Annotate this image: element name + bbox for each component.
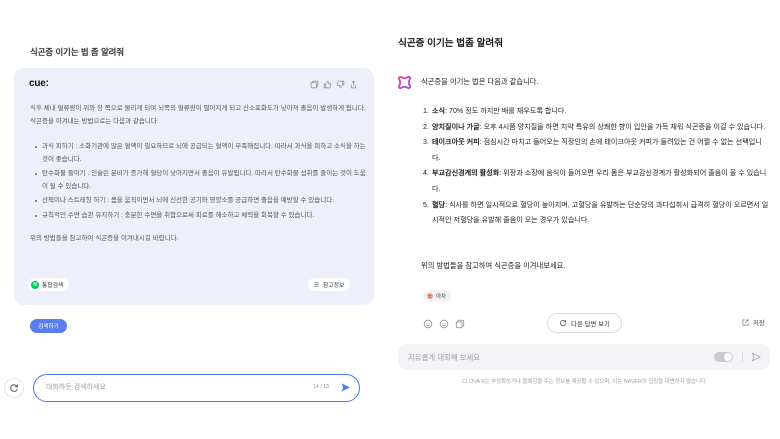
list-item-title: 혈당 [432, 200, 446, 209]
divider [742, 352, 743, 362]
list-item: 1. 소식: 70% 정도 까지만 배를 채우도록 합니다. [421, 104, 769, 120]
refresh-button[interactable] [4, 378, 24, 398]
send-icon[interactable] [751, 352, 761, 362]
integrated-search-label: 통합검색 [42, 283, 64, 289]
list-item: 4. 부교감신경계의 활성화: 위장과 소장에 음식이 들어오면 우리 몸은 부… [421, 166, 769, 197]
list-number: 4. [423, 169, 429, 178]
answer-closing: 위의 방법들을 참고하여 식곤증을 이겨내시길 바랍니다. [30, 235, 179, 242]
list-item-title: 소식 [432, 107, 446, 115]
clova-chat-box [398, 344, 770, 370]
regenerate-answer-label: 다른 답변 보기 [571, 320, 610, 328]
send-icon[interactable] [340, 382, 351, 393]
frown-icon[interactable] [439, 319, 449, 329]
list-number: 2. [423, 122, 429, 131]
search-input[interactable] [46, 380, 301, 395]
reference-info-label: 참고정보 [323, 283, 345, 289]
list-item: 2. 양치질이나 가글: 오후 4시쯤 양치질을 하면 치약 특유의 상쾌한 향… [421, 120, 769, 136]
chat-input[interactable] [408, 349, 698, 365]
list-item-text: 부교감신경계의 활성화: 위장과 소장에 음식이 들어오면 우리 몸은 부교감신… [432, 166, 769, 197]
toggle-knob [724, 353, 732, 361]
clova-question-title: 식곤증 이기는 법좀 알려줘 [398, 38, 504, 49]
copy-icon[interactable] [455, 319, 465, 329]
mode-toggle[interactable] [714, 352, 733, 362]
list-item-detail: : 70% 정도 까지만 배를 채우도록 합니다. [445, 107, 567, 115]
answer-intro: 식후 체내 혈류량이 위와 장 쪽으로 몰리게 되며 뇌쪽의 혈류량이 떨어지게… [30, 105, 366, 125]
integrated-search-chip[interactable]: N 통합검색 [28, 278, 70, 291]
list-item: 5. 혈당: 식사를 하면 일시적으로 혈당이 높아지며, 고혈당을 유발하는 … [421, 198, 769, 229]
sticker-icon [426, 292, 434, 300]
list-icon [313, 281, 320, 288]
list-item: 규칙적인 수면 습관 유지하기 : 충분한 수면을 취함으로써 피로를 해소하고… [35, 210, 366, 223]
sticker-chip[interactable]: 아차 [424, 290, 452, 302]
list-item-detail: : 점심시간 마치고 들어오는 직장인의 손에 테이크아웃 커피가 들려있는 건… [432, 138, 762, 162]
refresh-icon [559, 319, 567, 327]
list-item-title: 부교감신경계의 활성화 [432, 169, 500, 178]
list-item: 탄수화물 줄이기 : 인슐린 분비가 증가해 혈당이 낮아지면서 졸음이 유발됩… [35, 168, 366, 193]
list-number: 3. [423, 138, 429, 147]
list-item-text: 양치질이나 가글: 오후 4시쯤 양치질을 하면 치약 특유의 상쾌한 향이 입… [432, 120, 769, 136]
search-button[interactable]: 검색하기 [30, 319, 67, 333]
save-label: 저장 [753, 320, 765, 327]
share-icon[interactable] [349, 80, 358, 89]
list-item: 과식 피하기 : 소화기관에 많은 혈액이 필요하므로 뇌에 공급되는 혈액이 … [35, 141, 366, 166]
list-item-title: 테이크아웃 커피 [432, 138, 480, 147]
clova-x-logo-icon [397, 75, 412, 90]
feedback-icons [423, 319, 465, 329]
list-item-title: 양치질이나 가글 [432, 122, 480, 131]
list-item: 3. 테이크아웃 커피: 점심시간 마치고 들어오는 직장인의 손에 테이크아웃… [421, 135, 769, 166]
sticker-chip-label: 아차 [436, 294, 447, 300]
naver-logo-icon: N [31, 280, 39, 289]
answer-closing: 위의 방법들을 참고하여 식곤증을 이겨내보세요. [421, 261, 566, 270]
list-number: 1. [423, 107, 429, 115]
answer-intro: 식곤증을 이기는 법은 다음과 같습니다. [421, 77, 539, 86]
list-item-detail: : 식사를 하면 일시적으로 혈당이 높아지며, 고혈당을 유발하는 단순당의 … [432, 200, 769, 225]
cue-search-box: 14 / 13 [33, 374, 360, 402]
refresh-icon [9, 383, 19, 393]
thumbs-down-icon[interactable] [336, 80, 345, 89]
regenerate-answer-button[interactable]: 다른 답변 보기 [547, 313, 622, 333]
export-icon [741, 318, 750, 327]
copy-icon[interactable] [310, 80, 319, 89]
disclaimer-text: CLOVA X는 부정확하거나 불쾌감을 주는 정보를 제공할 수 있으며, 이… [462, 379, 706, 385]
cue-logo: cue: [29, 78, 49, 89]
list-item-text: 소식: 70% 정도 까지만 배를 채우도록 합니다. [432, 104, 769, 120]
query-counter: 14 / 13 [313, 384, 329, 390]
thumbs-up-icon[interactable] [323, 80, 332, 89]
reference-info-chip[interactable]: 참고정보 [308, 278, 351, 291]
list-number: 5. [423, 200, 429, 209]
cue-answer-card: cue: 식후 체내 혈류량이 위와 장 쪽으로 몰리게 되며 뇌쪽의 혈류량이… [14, 68, 374, 305]
save-button[interactable]: 저장 [741, 318, 765, 327]
list-item-text: 테이크아웃 커피: 점심시간 마치고 들어오는 직장인의 손에 테이크아웃 커피… [432, 135, 769, 166]
list-item-text: 혈당: 식사를 하면 일시적으로 혈당이 높아지며, 고혈당을 유발하는 단순당… [432, 198, 769, 229]
list-item-detail: : 오후 4시쯤 양치질을 하면 치약 특유의 상쾌한 향이 입안을 가득 채워… [479, 122, 766, 131]
answer-action-icons [310, 80, 358, 89]
list-item: 산책이나 스트레칭 하기 : 몸을 움직이면서 뇌에 신선한 공기와 영양소를 … [35, 195, 366, 208]
answer-body: 식후 체내 혈류량이 위와 장 쪽으로 몰리게 되며 뇌쪽의 혈류량이 떨어지게… [30, 102, 366, 245]
cue-question-title: 식곤증 이기는 법 좀 알려줘 [30, 47, 125, 57]
answer-numbered-list: 1. 소식: 70% 정도 까지만 배를 채우도록 합니다. 2. 양치질이나 … [421, 104, 769, 229]
smile-icon[interactable] [423, 319, 433, 329]
answer-bullet-list: 과식 피하기 : 소화기관에 많은 혈액이 필요하므로 뇌에 공급되는 혈액이 … [30, 141, 366, 222]
